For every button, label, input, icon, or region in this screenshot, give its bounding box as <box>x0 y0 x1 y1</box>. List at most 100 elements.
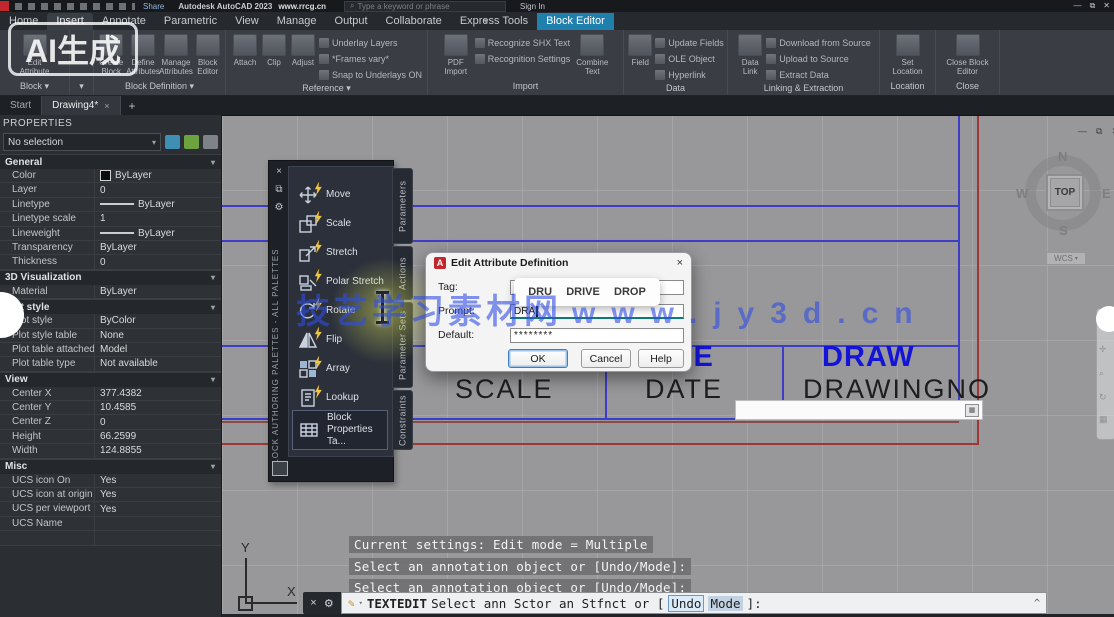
ribbon-row-button[interactable]: OLE Object <box>655 51 724 67</box>
ribbon-row-button[interactable]: Extract Data <box>766 67 871 83</box>
attach-button[interactable]: Attach <box>231 32 259 67</box>
customize-icon[interactable]: ⚙ <box>324 597 334 610</box>
pan-icon[interactable]: ✛ <box>1099 344 1107 355</box>
ribbon-options-icon[interactable]: ▾ <box>478 16 495 31</box>
field-button[interactable]: Field <box>627 32 653 67</box>
property-row[interactable]: Center X 377.4382 <box>0 387 221 401</box>
viewcube-north[interactable]: N <box>1058 149 1067 164</box>
motion-icon[interactable]: ▦ <box>1099 414 1108 425</box>
panel-label-block-definition[interactable]: Block Definition ▾ <box>94 81 225 95</box>
ribbon-row-button[interactable]: *Frames vary* <box>319 51 422 67</box>
minimize-icon[interactable]: — <box>1078 126 1087 137</box>
property-row[interactable]: Center Z 0 <box>0 415 221 429</box>
inplace-text-field[interactable]: ▦ <box>735 400 983 420</box>
ribbon-tab[interactable]: Parametric <box>155 13 226 30</box>
property-row[interactable]: Plot table type Not available <box>0 357 221 371</box>
palette-properties-icon[interactable]: ⚙ <box>270 202 288 213</box>
manage-attributes-button[interactable]: Manage Attributes <box>161 32 192 76</box>
combine-text-button[interactable]: Combine Text <box>572 32 612 76</box>
close-block-editor-button[interactable]: Close Block Editor <box>945 32 991 76</box>
new-tab-button[interactable]: + <box>121 96 144 115</box>
clip-button[interactable]: Clip <box>261 32 287 67</box>
chevron-down-icon[interactable]: ▾ <box>359 599 363 607</box>
window-controls[interactable]: — ⧉ ✕ <box>1074 1 1110 11</box>
viewcube-south[interactable]: S <box>1059 223 1068 238</box>
close-palette-icon[interactable]: × <box>270 166 288 177</box>
section-header-general[interactable]: General▾ <box>0 154 221 169</box>
panel-label-location[interactable]: Location <box>880 81 935 95</box>
quick-access-toolbar[interactable] <box>15 3 135 10</box>
close-icon[interactable]: × <box>310 597 316 609</box>
cell-text-scale[interactable]: SCALE <box>455 374 554 405</box>
cancel-button[interactable]: Cancel <box>581 349 631 368</box>
zoom-icon[interactable]: ⌕ <box>1099 368 1104 379</box>
section-header-misc[interactable]: Misc▾ <box>0 459 221 474</box>
pdf-import-button[interactable]: PDF Import <box>439 32 473 76</box>
panel-label-reference[interactable]: Reference ▾ <box>226 83 427 95</box>
section-header-plot-style[interactable]: Plot style▾ <box>0 299 221 314</box>
viewcube-west[interactable]: W <box>1016 186 1028 201</box>
attribute-tag-draw[interactable]: DRAW <box>822 341 915 374</box>
recent-commands-icon[interactable]: ^ <box>1034 598 1040 609</box>
selection-dropdown[interactable]: No selection ▾ <box>3 133 161 151</box>
ribbon-row-button[interactable]: Snap to Underlays ON <box>319 67 422 83</box>
property-row[interactable]: Linetype ByLayer <box>0 198 221 212</box>
panel-label-collapsed[interactable]: ▾ <box>70 81 93 95</box>
ribbon-row-button[interactable]: Hyperlink <box>655 67 724 83</box>
section-header-3d-visualization[interactable]: 3D Visualization▾ <box>0 270 221 285</box>
autohide-icon[interactable]: ⧉ <box>270 184 288 195</box>
ribbon-tab[interactable]: Manage <box>268 13 326 30</box>
property-row[interactable]: Plot style table None <box>0 329 221 343</box>
tab-drawing4[interactable]: Drawing4* × <box>41 96 120 115</box>
search-input[interactable]: ⌕ Type a keyword or phrase <box>344 1 506 12</box>
panel-label-data[interactable]: Data <box>624 83 727 95</box>
panel-label-import[interactable]: Import <box>428 81 623 95</box>
signin-button[interactable]: Sign In <box>520 2 545 11</box>
palette-grid-icon[interactable] <box>272 461 288 476</box>
help-button[interactable]: Help <box>638 349 684 368</box>
property-row[interactable]: Plot style ByColor <box>0 314 221 328</box>
property-row[interactable]: UCS per viewport Yes <box>0 502 221 516</box>
viewcube-top-face[interactable]: TOP <box>1046 174 1084 211</box>
cell-text-date[interactable]: DATE <box>645 374 723 405</box>
wcs-dropdown[interactable]: WCS▾ <box>1046 252 1086 265</box>
property-row[interactable]: Lineweight ByLayer <box>0 227 221 241</box>
close-tab-icon[interactable]: × <box>104 101 109 111</box>
palette-item-block-properties-table[interactable]: Block Properties Ta... <box>292 410 388 450</box>
share-button[interactable]: Share <box>143 2 164 11</box>
ribbon-tab[interactable]: Output <box>326 13 377 30</box>
minimize-icon[interactable]: — <box>1074 1 1082 11</box>
restore-icon[interactable]: ⧉ <box>1090 1 1096 11</box>
ok-button[interactable]: OK <box>508 349 568 368</box>
tab-start[interactable]: Start <box>0 96 41 115</box>
ribbon-row-button[interactable]: Update Fields <box>655 35 724 51</box>
panel-label-block[interactable]: Block ▾ <box>0 81 69 95</box>
viewcube-east[interactable]: E <box>1102 186 1111 201</box>
adjust-button[interactable]: Adjust <box>289 32 317 67</box>
property-row[interactable]: Linetype scale 1 <box>0 212 221 226</box>
section-header-view[interactable]: View▾ <box>0 372 221 387</box>
property-row[interactable]: Width 124.8855 <box>0 444 221 458</box>
property-row[interactable]: UCS Name <box>0 517 221 531</box>
dialog-title-bar[interactable]: A Edit Attribute Definition × <box>426 253 691 273</box>
restore-icon[interactable]: ⧉ <box>1096 126 1102 137</box>
command-input-bar[interactable]: ✎ ▾ TEXTEDIT Select ann Sctor an Stfnct … <box>341 592 1047 614</box>
autocad-logo[interactable] <box>0 1 9 11</box>
ribbon-tab[interactable]: View <box>226 13 268 30</box>
ribbon-tab[interactable]: Collaborate <box>377 13 451 30</box>
select-objects-icon[interactable] <box>184 135 199 149</box>
palette-item-lookup[interactable]: Lookup <box>292 383 388 412</box>
ribbon-row-button[interactable]: Download from Source <box>766 35 871 51</box>
panel-label-close[interactable]: Close <box>936 81 999 95</box>
palette-item-move[interactable]: Move <box>292 180 388 209</box>
property-row[interactable]: Height 66.2599 <box>0 430 221 444</box>
property-row[interactable]: Thickness 0 <box>0 255 221 269</box>
property-row[interactable]: UCS icon On Yes <box>0 474 221 488</box>
command-option-mode[interactable]: Mode <box>708 596 742 611</box>
property-row[interactable]: Material ByLayer <box>0 285 221 299</box>
ribbon-row-button[interactable]: Recognize SHX Text <box>475 35 571 51</box>
set-location-button[interactable]: Set Location <box>887 32 929 76</box>
close-icon[interactable]: × <box>677 257 683 269</box>
ribbon-row-button[interactable]: Upload to Source <box>766 51 871 67</box>
command-pencil-icon[interactable]: ✎ <box>348 597 355 610</box>
